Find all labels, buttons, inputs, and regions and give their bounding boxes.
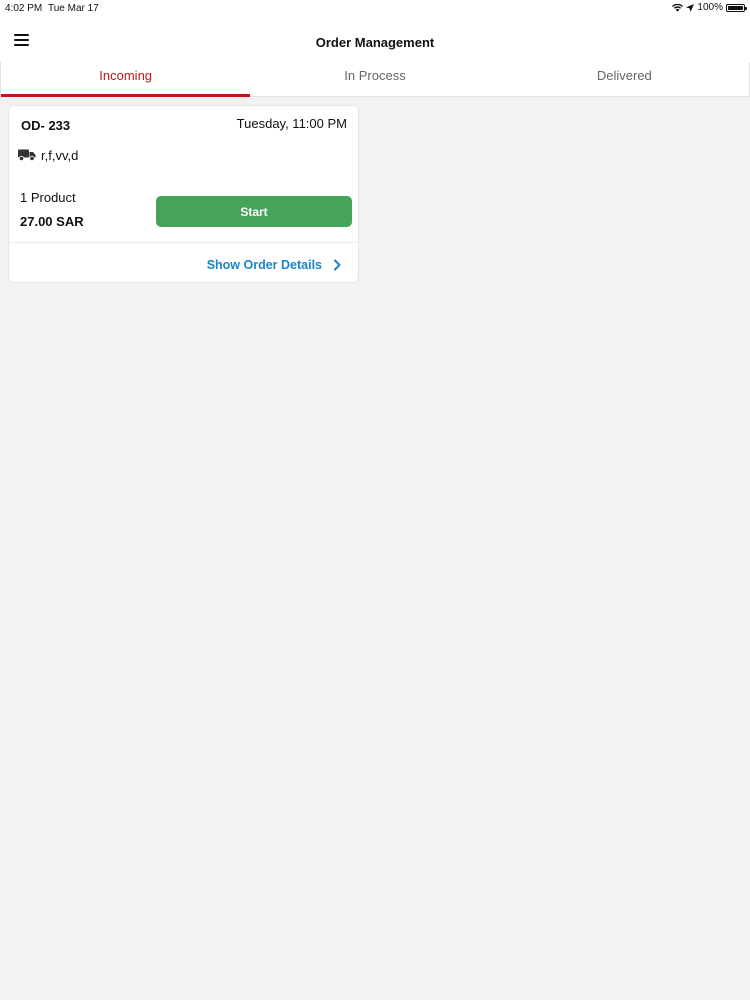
location-arrow-icon [686,3,695,12]
order-id: OD- 233 [21,118,71,133]
show-order-details-link[interactable]: Show Order Details [207,258,342,272]
battery-icon [726,3,747,12]
status-bar: 4:02 PM Tue Mar 17 100% [0,0,750,16]
order-status-tabs: Incoming In Process Delivered [0,62,750,97]
tab-in-process[interactable]: In Process [250,62,499,96]
status-indicators: 100% [672,2,747,13]
card-divider [9,242,358,243]
order-price: 27.00 SAR [20,214,84,229]
chevron-right-icon [334,259,341,271]
status-time: 4:02 PM [5,3,43,14]
truck-icon [18,149,36,161]
product-count: 1 Product [20,190,76,205]
start-button[interactable]: Start [156,196,352,227]
page-title: Order Management [315,35,435,50]
navigation-bar: Order Management [0,16,750,62]
tab-delivered[interactable]: Delivered [500,62,749,96]
order-time: Tuesday, 11:00 PM [236,116,347,131]
show-order-details-label: Show Order Details [206,258,322,272]
battery-percentage: 100% [697,2,723,13]
tab-incoming[interactable]: Incoming [1,62,251,97]
status-date: Tue Mar 17 [48,3,99,14]
wifi-icon [672,3,684,12]
order-card: OD- 233 Tuesday, 11:00 PM r,f,vv,d 1 Pro… [8,105,359,283]
delivery-address: r,f,vv,d [41,148,79,163]
